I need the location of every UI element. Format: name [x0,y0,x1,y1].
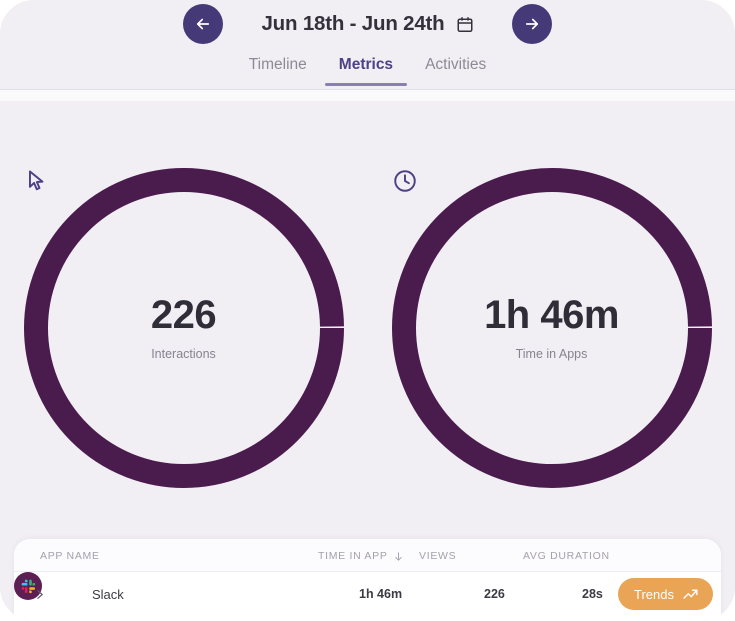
arrow-right-icon [525,18,538,30]
app-time-in-app: 1h 46m [359,587,403,601]
column-header-views[interactable]: VIEWS [419,550,456,562]
interactions-label: Interactions [151,347,216,361]
metrics-content: 226 Interactions 1h 46m Time in Apps APP… [0,101,735,621]
app-views: 226 [484,587,505,601]
tab-activities[interactable]: Activities [409,56,502,86]
interactions-value: 226 [150,293,217,337]
app-avg-duration: 28s [582,587,603,601]
time-in-apps-label: Time in Apps [515,347,588,361]
app-header: Jun 18th - Jun 24th Timeline Metrics Act… [0,0,735,90]
app-name: Slack [92,586,124,602]
clock-icon [393,170,416,192]
time-in-apps-donut-center: 1h 46m Time in Apps [392,168,712,488]
apps-table: APP NAME TIME IN APP VIEWS AVG DURATION [14,539,721,621]
column-header-app-name[interactable]: APP NAME [40,550,100,562]
cursor-pointer-icon [28,170,43,191]
interactions-donut-center: 226 Interactions [24,168,344,488]
metric-card-interactions: 226 Interactions [23,168,344,488]
table-row[interactable]: Slack 1h 46m 226 28s Trends [14,572,721,616]
date-range-label: Jun 18th - Jun 24th [261,12,445,35]
previous-week-button[interactable] [183,4,224,44]
apps-table-header: APP NAME TIME IN APP VIEWS AVG DURATION [14,539,721,572]
sort-descending-icon [394,551,402,561]
trending-up-icon [683,589,698,599]
arrow-left-icon [197,18,210,30]
header-strip [0,90,735,101]
tab-timeline[interactable]: Timeline [233,56,323,86]
trends-button[interactable]: Trends [618,578,713,610]
column-header-time-in-app[interactable]: TIME IN APP [318,550,404,562]
tab-metrics[interactable]: Metrics [323,56,409,86]
date-range[interactable]: Jun 18th - Jun 24th [261,12,473,36]
chevron-right-icon [36,589,43,599]
date-navigation: Jun 18th - Jun 24th [0,3,735,45]
column-header-time-in-app-label: TIME IN APP [318,550,388,562]
column-header-avg-duration[interactable]: AVG DURATION [523,550,610,562]
next-week-button[interactable] [511,4,552,44]
metric-donuts: 226 Interactions 1h 46m Time in Apps [0,168,735,488]
row-expand-button[interactable] [28,572,50,616]
calendar-icon[interactable] [456,15,474,34]
metrics-screen: Jun 18th - Jun 24th Timeline Metrics Act… [0,0,735,621]
time-in-apps-value: 1h 46m [484,293,619,337]
trends-button-label: Trends [634,586,674,602]
metric-card-time-in-apps: 1h 46m Time in Apps [391,168,712,488]
tab-bar: Timeline Metrics Activities [0,56,735,90]
